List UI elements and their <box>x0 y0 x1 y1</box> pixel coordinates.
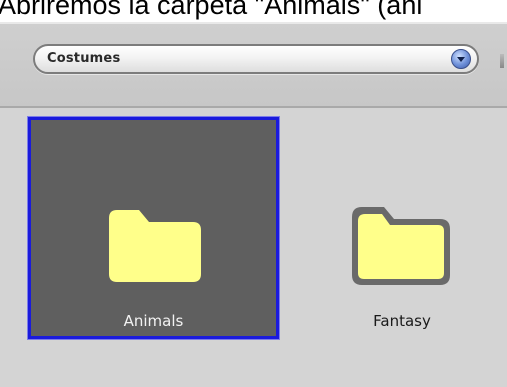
panel-edge-handle <box>500 54 504 68</box>
tutorial-caption: Abriremos la carpeta "Animals" (ani <box>0 0 423 20</box>
folder-tile-fantasy[interactable]: Fantasy <box>312 117 492 339</box>
folder-tile-animals[interactable]: Animals <box>28 117 279 339</box>
dropdown-arrow-icon[interactable] <box>451 49 471 69</box>
folder-icon <box>105 202 205 284</box>
folder-dropdown[interactable]: Costumes <box>33 44 479 74</box>
folder-label-fantasy: Fantasy <box>373 312 431 330</box>
panel-header: Costumes <box>0 24 507 108</box>
folder-label-animals: Animals <box>123 312 184 330</box>
dropdown-selected-label: Costumes <box>47 51 121 66</box>
folder-icon <box>346 199 450 285</box>
